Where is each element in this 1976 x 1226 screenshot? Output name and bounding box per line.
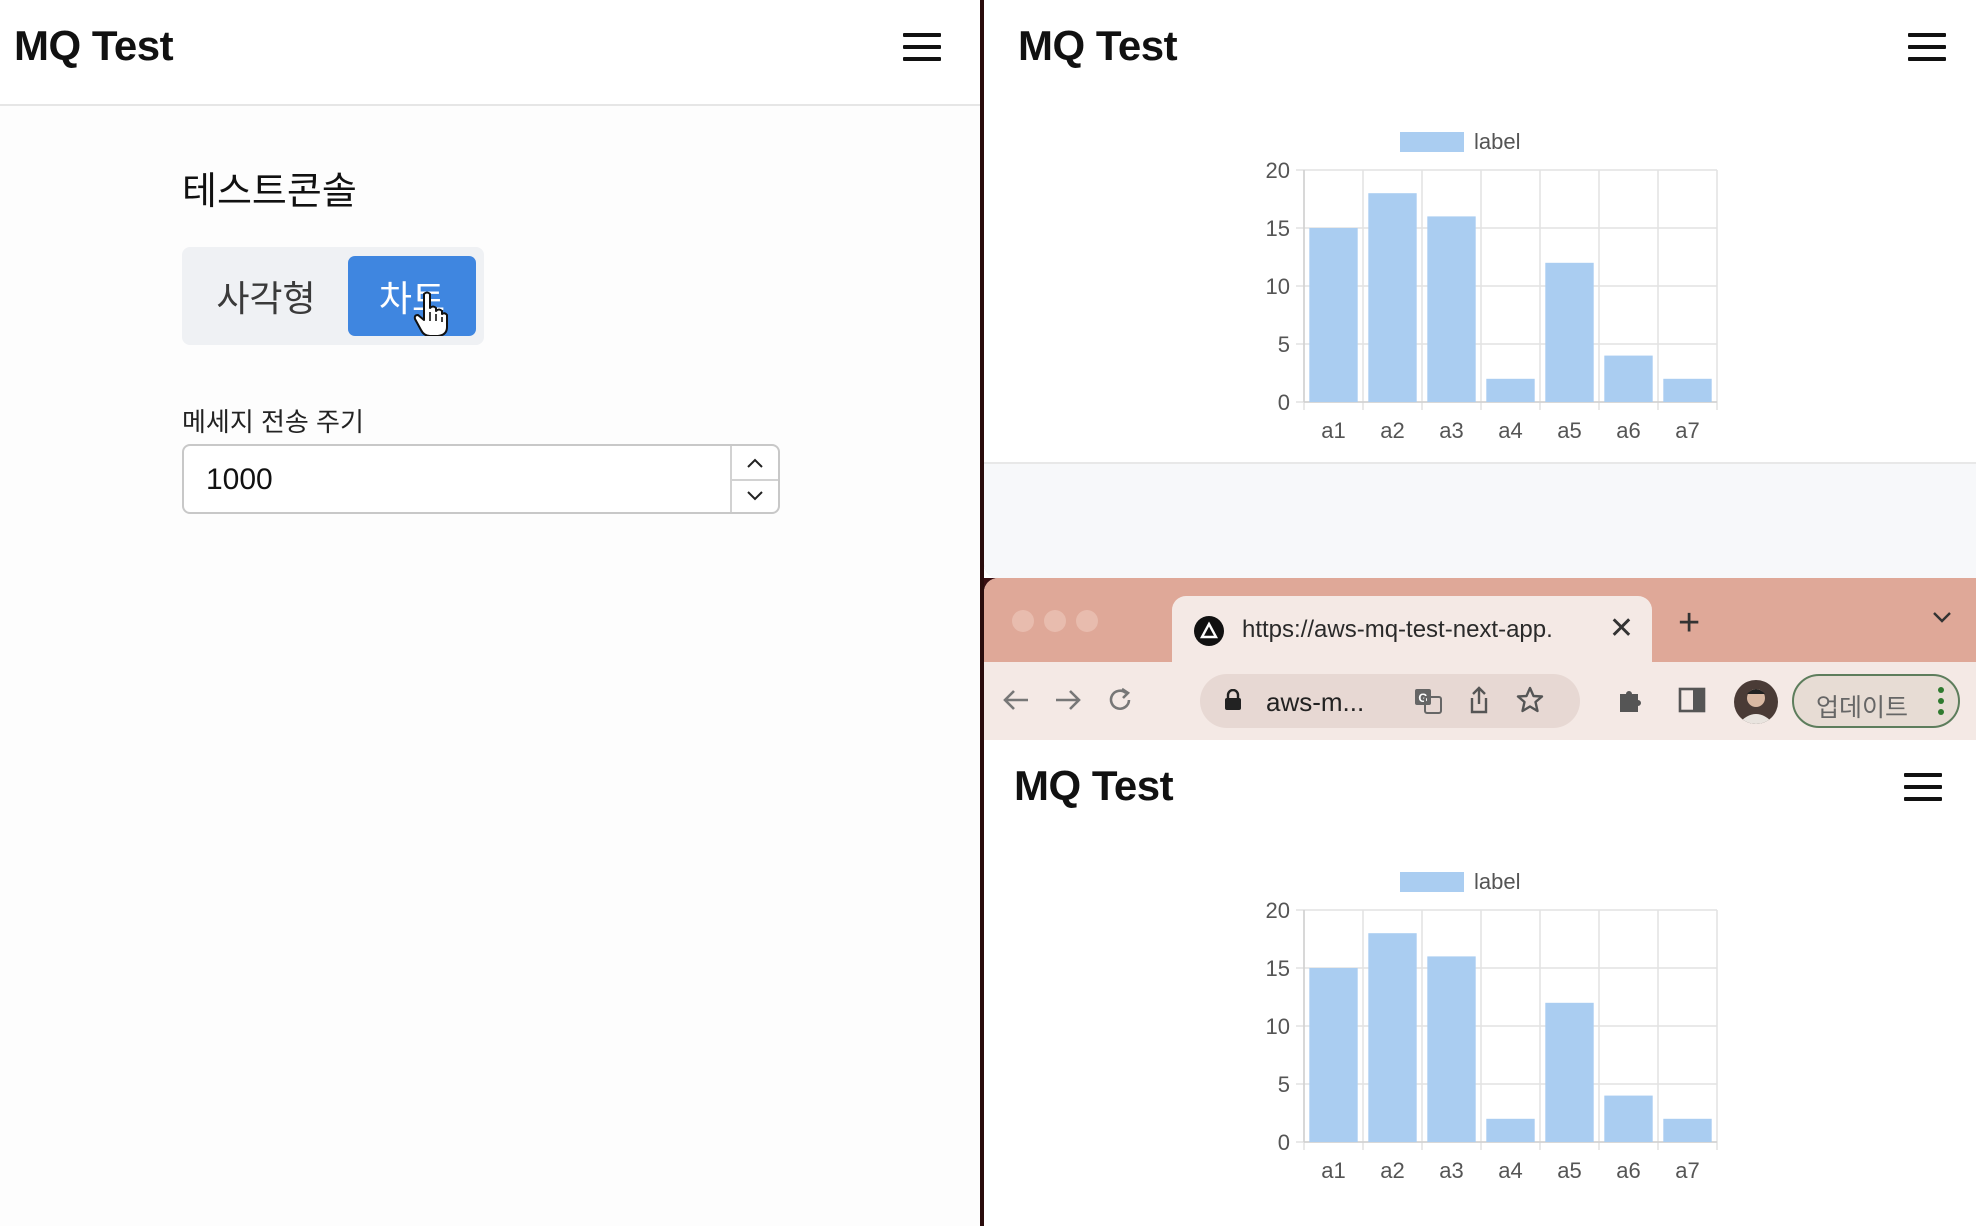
y-tick-label: 20 bbox=[1266, 898, 1290, 923]
bar-a2 bbox=[1368, 193, 1417, 402]
hand-pointer-icon bbox=[413, 291, 448, 336]
x-tick-label: a1 bbox=[1321, 1158, 1345, 1183]
navbar: MQ Test bbox=[984, 0, 1976, 106]
navbar: MQ Test bbox=[984, 740, 1976, 846]
forward-arrow-icon[interactable] bbox=[1050, 682, 1086, 718]
interval-input[interactable] bbox=[182, 444, 780, 514]
profile-avatar[interactable] bbox=[1734, 680, 1778, 724]
hamburger-menu-icon[interactable] bbox=[1904, 773, 1942, 801]
browser-tab[interactable]: https://aws-mq-test-next-app. ✕ bbox=[1172, 596, 1652, 664]
x-tick-label: a2 bbox=[1380, 418, 1404, 443]
x-tick-label: a6 bbox=[1616, 1158, 1640, 1183]
close-tab-icon[interactable]: ✕ bbox=[1609, 614, 1634, 644]
bar-a7 bbox=[1663, 1118, 1712, 1142]
minimize-window-dot[interactable] bbox=[1044, 610, 1066, 632]
bar-chart: label 0 5 10 15 20 a1 a2 a3 a4 a5 a6 a7 bbox=[1266, 129, 1718, 443]
address-bar[interactable]: aws-m... G bbox=[1200, 674, 1580, 728]
x-tick-label: a5 bbox=[1557, 1158, 1581, 1183]
x-tick-label: a2 bbox=[1380, 1158, 1404, 1183]
hamburger-menu-icon[interactable] bbox=[903, 33, 941, 61]
chevron-down-icon[interactable] bbox=[732, 479, 778, 512]
bar-a1 bbox=[1309, 228, 1358, 402]
bar-a5 bbox=[1545, 1002, 1594, 1142]
bar-chart-panel: label 0 5 10 15 20 a1 a2 a3 a4 a5 a6 a7 bbox=[984, 104, 1976, 462]
interval-input-field[interactable] bbox=[204, 456, 708, 504]
y-tick-label: 10 bbox=[1266, 274, 1290, 299]
zoom-window-dot[interactable] bbox=[1076, 610, 1098, 632]
navbar: MQ Test bbox=[0, 0, 980, 106]
update-button[interactable]: 업데이트 bbox=[1792, 674, 1960, 728]
bar-a5 bbox=[1545, 262, 1594, 402]
interval-label: 메세지 전송 주기 bbox=[182, 407, 364, 437]
tab-strip: https://aws-mq-test-next-app. ✕ + bbox=[984, 578, 1976, 664]
new-tab-icon[interactable]: + bbox=[1678, 604, 1700, 642]
side-panel-icon[interactable] bbox=[1674, 682, 1710, 718]
reload-icon[interactable] bbox=[1102, 682, 1138, 718]
y-tick-label: 15 bbox=[1266, 216, 1290, 241]
y-tick-label: 10 bbox=[1266, 1014, 1290, 1039]
translate-icon[interactable]: G bbox=[1414, 688, 1442, 714]
left-window: MQ Test 테스트콘솔 사각형 차트 메세지 전송 주기 bbox=[0, 0, 980, 1226]
bar-chart: label 0 5 10 15 20 a1 a2 a3 a4 a5 a6 a7 bbox=[1266, 869, 1718, 1183]
y-tick-label: 15 bbox=[1266, 956, 1290, 981]
y-tick-label: 0 bbox=[1278, 1130, 1290, 1155]
y-tick-label: 5 bbox=[1278, 332, 1290, 357]
legend-swatch bbox=[1400, 132, 1464, 152]
bookmark-star-icon[interactable] bbox=[1516, 686, 1544, 714]
legend-label: label bbox=[1474, 129, 1520, 154]
browser-toolbar: aws-m... G 업데이트 bbox=[984, 662, 1976, 742]
brand-title[interactable]: MQ Test bbox=[14, 22, 174, 70]
hamburger-menu-icon[interactable] bbox=[1908, 33, 1946, 61]
bar-a7 bbox=[1663, 378, 1712, 402]
brand-title[interactable]: MQ Test bbox=[1018, 22, 1178, 70]
y-tick-label: 5 bbox=[1278, 1072, 1290, 1097]
bar-a1 bbox=[1309, 968, 1358, 1142]
legend-swatch bbox=[1400, 872, 1464, 892]
right-top-window: MQ Test label 0 5 10 15 20 a1 a2 a3 a4 a5 a6 a7 bbox=[984, 0, 1976, 578]
bar-a4 bbox=[1486, 1118, 1535, 1142]
toggle-rectangle-button[interactable]: 사각형 bbox=[190, 256, 342, 336]
page-title: 테스트콘솔 bbox=[182, 171, 357, 213]
x-tick-label: a1 bbox=[1321, 418, 1345, 443]
share-icon[interactable] bbox=[1468, 686, 1490, 714]
vercel-favicon-icon bbox=[1194, 616, 1224, 646]
update-label: 업데이트 bbox=[1816, 694, 1909, 722]
url-text[interactable]: aws-m... bbox=[1266, 687, 1364, 718]
bar-a4 bbox=[1486, 378, 1535, 402]
legend-label: label bbox=[1474, 869, 1520, 894]
y-tick-label: 0 bbox=[1278, 390, 1290, 415]
x-tick-label: a6 bbox=[1616, 418, 1640, 443]
number-stepper[interactable] bbox=[730, 446, 778, 512]
footer-band bbox=[984, 462, 1976, 578]
close-window-dot[interactable] bbox=[1012, 610, 1034, 632]
right-bottom-window: https://aws-mq-test-next-app. ✕ + aws-m.… bbox=[984, 578, 1976, 1226]
bar-chart-panel: label 0 5 10 15 20 a1 a2 a3 a4 a5 a6 a7 bbox=[984, 844, 1976, 1226]
bar-a3 bbox=[1427, 956, 1476, 1142]
bar-a6 bbox=[1604, 1095, 1653, 1142]
kebab-menu-icon[interactable] bbox=[1938, 687, 1944, 715]
x-tick-label: a7 bbox=[1675, 418, 1699, 443]
brand-title[interactable]: MQ Test bbox=[1014, 762, 1174, 810]
x-tick-label: a7 bbox=[1675, 1158, 1699, 1183]
tab-search-chevron-icon[interactable] bbox=[1932, 610, 1952, 629]
extensions-puzzle-icon[interactable] bbox=[1612, 682, 1648, 718]
x-tick-label: a4 bbox=[1498, 1158, 1522, 1183]
tab-title: https://aws-mq-test-next-app. bbox=[1242, 616, 1553, 643]
x-tick-label: a3 bbox=[1439, 1158, 1463, 1183]
x-tick-label: a3 bbox=[1439, 418, 1463, 443]
back-arrow-icon[interactable] bbox=[998, 682, 1034, 718]
bar-a2 bbox=[1368, 933, 1417, 1142]
y-tick-label: 20 bbox=[1266, 158, 1290, 183]
chevron-up-icon[interactable] bbox=[732, 446, 778, 481]
x-tick-label: a5 bbox=[1557, 418, 1581, 443]
bar-a6 bbox=[1604, 355, 1653, 402]
bar-a3 bbox=[1427, 216, 1476, 402]
x-tick-label: a4 bbox=[1498, 418, 1522, 443]
lock-icon bbox=[1225, 689, 1241, 710]
